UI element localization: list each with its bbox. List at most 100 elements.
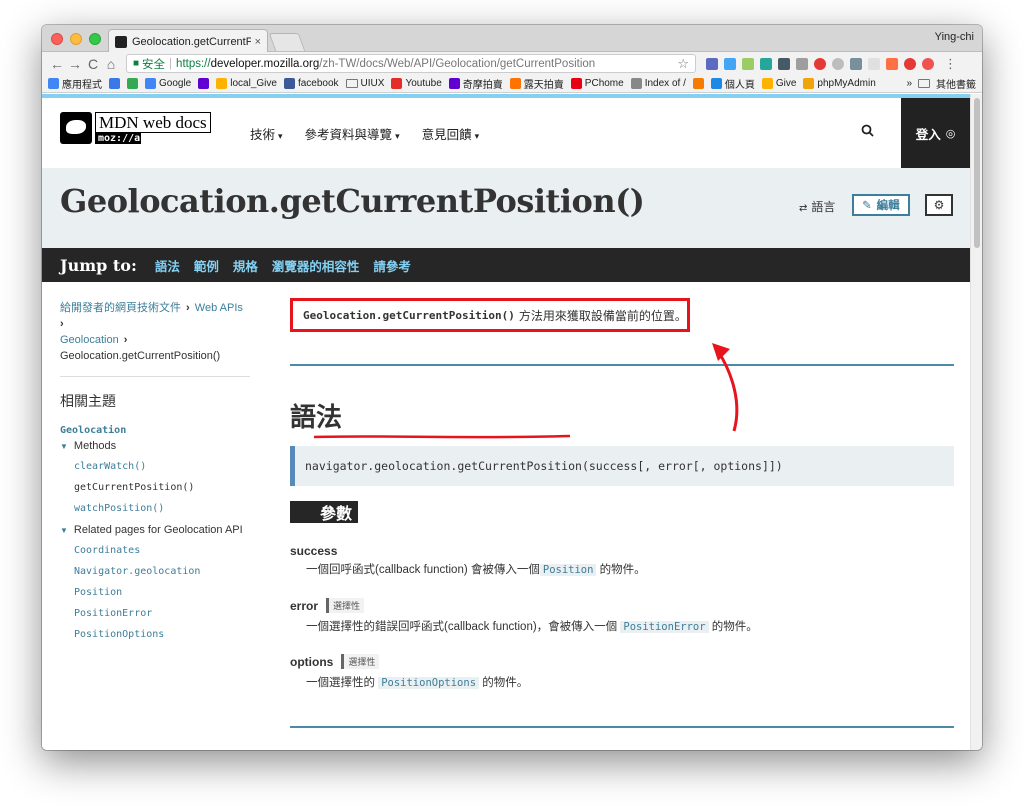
jump-link-see-also[interactable]: 請參考: [373, 256, 411, 275]
nav-references-guides[interactable]: 參考資料與導覽 ▾: [305, 124, 400, 143]
new-tab-button[interactable]: [268, 33, 306, 51]
settings-button[interactable]: ⚙: [925, 194, 953, 216]
param-success-name: success: [290, 544, 338, 558]
extension-icon[interactable]: [922, 57, 934, 70]
sidebar-item-position[interactable]: Position: [74, 587, 250, 598]
back-icon[interactable]: ←: [48, 56, 66, 72]
jump-link-syntax[interactable]: 語法: [155, 256, 180, 275]
bookmark-favicon-icon: [145, 78, 156, 89]
folder-icon: [345, 79, 358, 88]
folder-icon: [918, 79, 930, 88]
extension-icon[interactable]: [724, 57, 736, 70]
login-button[interactable]: 登入 ◎: [901, 98, 970, 168]
tab-close-icon[interactable]: ×: [255, 36, 261, 48]
sidebar-item-positionoptions[interactable]: PositionOptions: [74, 629, 250, 640]
bookmark-label: 奇摩拍賣: [462, 80, 503, 91]
triangle-down-icon: ▼: [60, 442, 68, 451]
extension-icon[interactable]: [796, 57, 808, 70]
sidebar-item-coordinates[interactable]: Coordinates: [74, 545, 250, 556]
logo-title: MDN web docs: [95, 112, 211, 133]
bookmark-label: facebook: [297, 78, 339, 89]
related-pages-toggle[interactable]: ▼ Related pages for Geolocation API: [60, 524, 250, 536]
bookmark-label: Youtube: [405, 78, 442, 89]
bookmark-item[interactable]: 奇摩拍賣: [448, 76, 503, 91]
bookmark-favicon-icon: [570, 78, 582, 89]
bookmark-star-icon[interactable]: ☆: [677, 56, 689, 72]
close-window-button[interactable]: [51, 33, 63, 45]
edit-button[interactable]: ✎ 編輯: [852, 194, 910, 216]
bookmark-label: phpMyAdmin: [817, 78, 876, 89]
methods-toggle[interactable]: ▼ Methods: [60, 440, 250, 452]
extension-icon[interactable]: [886, 57, 898, 70]
other-bookmarks[interactable]: 其他書籤: [936, 76, 976, 91]
chevron-down-icon: ▾: [395, 131, 400, 141]
bookmark-item[interactable]: Index of /: [630, 78, 686, 89]
bookmark-item[interactable]: [692, 78, 704, 89]
bookmark-item[interactable]: Give: [761, 78, 796, 89]
bookmark-item[interactable]: 應用程式: [48, 76, 102, 91]
bookmark-item[interactable]: Youtube: [391, 78, 442, 89]
positionoptions-link[interactable]: PositionOptions: [378, 677, 480, 689]
bookmark-item[interactable]: 個人頁: [710, 76, 755, 91]
extension-icon[interactable]: [706, 57, 718, 70]
reload-icon[interactable]: C: [84, 56, 102, 72]
sidebar-item-clearwatch[interactable]: clearWatch(): [74, 461, 250, 472]
bookmark-favicon-icon: [391, 78, 403, 89]
bookmark-item[interactable]: phpMyAdmin: [803, 78, 876, 89]
profile-name[interactable]: Ying-chi: [935, 31, 974, 43]
jump-link-specifications[interactable]: 規格: [233, 256, 258, 275]
search-icon[interactable]: [861, 124, 874, 140]
tab-active[interactable]: Geolocation.getCurrentPositio ×: [108, 29, 268, 53]
title-band: Geolocation.getCurrentPosition() ⇄ 語言 ✎ 編輯…: [42, 168, 970, 248]
nav-technologies[interactable]: 技術 ▾: [250, 124, 283, 143]
bookmark-item[interactable]: [127, 78, 138, 89]
extension-icon[interactable]: [868, 57, 880, 70]
bookmark-favicon-icon: [283, 78, 295, 89]
extension-icon[interactable]: [742, 57, 754, 70]
nav-feedback[interactable]: 意見回饋 ▾: [422, 124, 480, 143]
breadcrumb-web-apis[interactable]: Web APIs: [195, 302, 243, 314]
scrollbar-thumb[interactable]: [974, 98, 980, 248]
bookmark-item[interactable]: facebook: [283, 78, 339, 89]
address-bar[interactable]: ■ 安全 | https:// developer.mozilla.org /z…: [126, 54, 696, 73]
bookmark-label: Index of /: [644, 78, 686, 89]
bookmark-item[interactable]: UIUX: [345, 78, 384, 89]
sidebar-item-watchposition[interactable]: watchPosition(): [74, 503, 250, 514]
jump-link-examples[interactable]: 範例: [194, 256, 219, 275]
extension-icon[interactable]: [904, 57, 916, 70]
sidebar-item-getcurrentposition[interactable]: getCurrentPosition(): [74, 482, 250, 493]
maximize-window-button[interactable]: [89, 33, 101, 45]
sidebar-geolocation-link[interactable]: Geolocation: [60, 425, 250, 436]
gear-icon: ⚙: [933, 198, 945, 212]
extension-icon[interactable]: [850, 57, 862, 70]
extension-icon[interactable]: [832, 57, 844, 70]
page-scrollbar[interactable]: [970, 94, 982, 750]
summary-text: 方法用來獲取設備當前的位置。: [518, 308, 687, 323]
opera-icon[interactable]: [814, 57, 826, 70]
bookmark-item[interactable]: [198, 78, 210, 89]
parameters-heading: 參數: [290, 501, 358, 523]
minimize-window-button[interactable]: [70, 33, 82, 45]
home-icon[interactable]: ⌂: [102, 56, 120, 72]
position-link[interactable]: Position: [539, 564, 597, 576]
extension-icon[interactable]: [760, 57, 772, 70]
browser-menu-icon[interactable]: ⋮: [944, 56, 957, 72]
syntax-heading: 語法: [290, 402, 343, 432]
bookmark-item[interactable]: [109, 78, 120, 89]
mdn-logo[interactable]: MDN web docs moz://a: [60, 112, 211, 144]
bookmarks-more-button[interactable]: »: [906, 78, 912, 89]
sidebar-item-positionerror[interactable]: PositionError: [74, 608, 250, 619]
bookmark-item[interactable]: local_Give: [216, 78, 277, 89]
bookmark-item[interactable]: 露天拍賣: [509, 76, 564, 91]
forward-icon[interactable]: →: [66, 56, 84, 72]
breadcrumb-root[interactable]: 給開發者的網頁技術文件: [60, 302, 181, 314]
breadcrumb-geolocation[interactable]: Geolocation: [60, 334, 119, 346]
language-button[interactable]: ⇄ 語言: [799, 198, 835, 215]
bookmark-item[interactable]: PChome: [570, 78, 624, 89]
sidebar-item-navigator-geolocation[interactable]: Navigator.geolocation: [74, 566, 250, 577]
jump-link-browser-compat[interactable]: 瀏覽器的相容性: [272, 256, 360, 275]
positionerror-link[interactable]: PositionError: [620, 621, 709, 633]
url-host: developer.mozilla.org: [210, 57, 320, 70]
bookmark-item[interactable]: Google: [145, 78, 191, 89]
extension-icon[interactable]: [778, 57, 790, 70]
